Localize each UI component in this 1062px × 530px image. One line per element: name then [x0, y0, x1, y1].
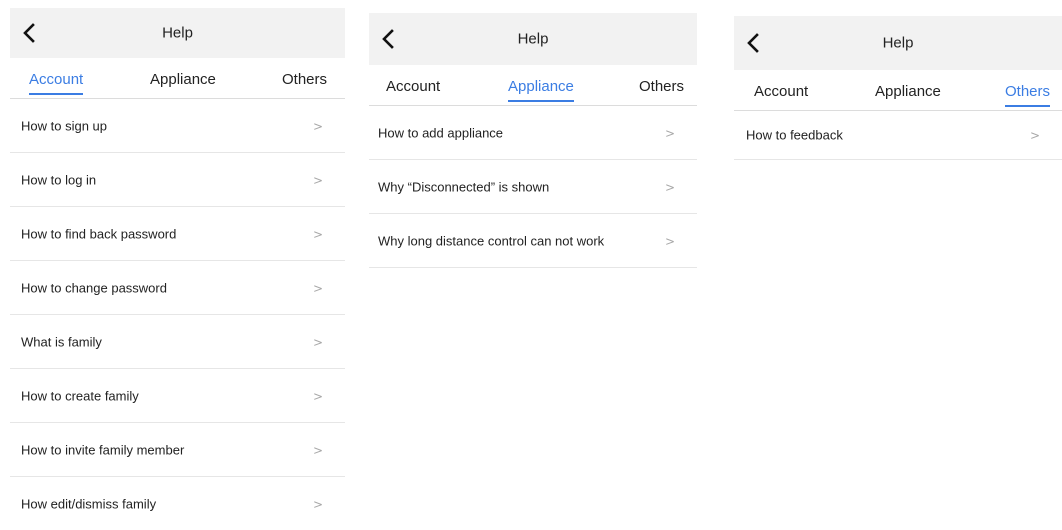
chevron-right-icon: >	[1029, 128, 1040, 143]
tab-label: Others	[282, 71, 328, 88]
help-screen-appliance: Help Account Appliance Others How to add…	[369, 13, 697, 511]
chevron-right-icon: >	[312, 497, 323, 512]
chevron-right-icon: >	[664, 234, 675, 249]
list-item-label: Why “Disconnected” is shown	[378, 179, 550, 194]
chevron-right-icon: >	[664, 180, 675, 195]
list-item-label: How to add appliance	[378, 125, 504, 140]
help-list: How to add appliance > Why “Disconnected…	[369, 106, 697, 268]
list-item[interactable]: How to log in >	[10, 153, 345, 207]
list-item-label: How edit/dismiss family	[21, 496, 157, 511]
list-item[interactable]: How edit/dismiss family >	[10, 477, 345, 530]
tab-label: Account	[754, 83, 809, 100]
tab-label: Account	[386, 78, 441, 95]
page-title: Help	[517, 30, 549, 48]
tab-appliance[interactable]: Appliance	[875, 83, 941, 101]
tab-bar: Account Appliance Others	[734, 70, 1062, 111]
chevron-right-icon: >	[312, 335, 323, 350]
list-item[interactable]: Why long distance control can not work >	[369, 214, 697, 268]
list-item[interactable]: What is family >	[10, 315, 345, 369]
help-screen-others: Help Account Appliance Others How to fee…	[734, 16, 1062, 511]
list-item-label: Why long distance control can not work	[378, 233, 605, 248]
active-tab-indicator	[1005, 105, 1051, 107]
help-list: How to sign up > How to log in > How to …	[10, 99, 345, 530]
list-item-label: What is family	[21, 334, 102, 349]
list-item-label: How to change password	[21, 280, 167, 295]
list-item[interactable]: How to change password >	[10, 261, 345, 315]
page-title: Help	[882, 34, 914, 52]
tab-others[interactable]: Others	[282, 71, 327, 89]
tab-label: Account	[29, 71, 84, 88]
list-item-label: How to feedback	[746, 127, 843, 143]
chevron-right-icon: >	[664, 126, 675, 141]
tab-account[interactable]: Account	[754, 83, 808, 101]
header-bar: Help	[369, 13, 697, 65]
tab-label: Others	[1005, 83, 1051, 100]
tab-appliance[interactable]: Appliance	[508, 78, 574, 102]
chevron-right-icon: >	[312, 389, 323, 404]
chevron-right-icon: >	[312, 443, 323, 458]
active-tab-indicator	[29, 93, 84, 95]
list-item[interactable]: How to add appliance >	[369, 106, 697, 160]
help-screen-account: Help Account Appliance Others How to sig…	[10, 8, 345, 511]
list-item-label: How to create family	[21, 388, 139, 403]
list-item-label: How to find back password	[21, 226, 177, 241]
tab-label: Appliance	[875, 83, 941, 100]
header-bar: Help	[10, 8, 345, 58]
tab-appliance[interactable]: Appliance	[150, 71, 216, 89]
tab-others[interactable]: Others	[1005, 83, 1051, 107]
tab-account[interactable]: Account	[386, 78, 440, 96]
header-bar: Help	[734, 16, 1062, 70]
list-item-label: How to log in	[21, 172, 97, 187]
list-item[interactable]: How to create family >	[10, 369, 345, 423]
list-item[interactable]: How to sign up >	[10, 99, 345, 153]
tab-bar: Account Appliance Others	[10, 58, 345, 99]
list-item[interactable]: Why “Disconnected” is shown >	[369, 160, 697, 214]
tab-label: Others	[639, 78, 685, 95]
tab-bar: Account Appliance Others	[369, 65, 697, 106]
chevron-right-icon: >	[312, 281, 323, 296]
active-tab-indicator	[508, 100, 574, 102]
tab-account[interactable]: Account	[29, 71, 84, 95]
tab-others[interactable]: Others	[639, 78, 684, 96]
list-item[interactable]: How to feedback >	[734, 111, 1062, 160]
list-item[interactable]: How to invite family member >	[10, 423, 345, 477]
chevron-right-icon: >	[312, 227, 323, 242]
list-item-label: How to sign up	[21, 118, 107, 133]
list-item[interactable]: How to find back password >	[10, 207, 345, 261]
tab-label: Appliance	[508, 78, 574, 95]
list-item-label: How to invite family member	[21, 442, 185, 457]
chevron-right-icon: >	[312, 119, 323, 134]
help-list: How to feedback >	[734, 111, 1062, 160]
tab-label: Appliance	[150, 71, 216, 88]
page-title: Help	[162, 24, 193, 42]
chevron-right-icon: >	[312, 173, 323, 188]
